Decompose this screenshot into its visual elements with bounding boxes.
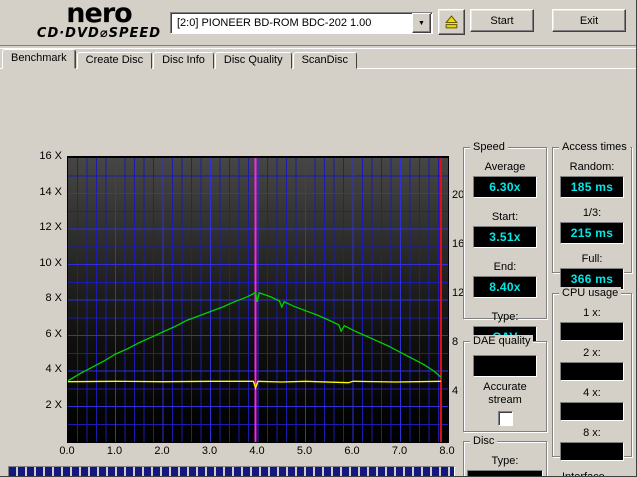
speed-field-label: Type: bbox=[492, 311, 519, 324]
read-speed-line bbox=[68, 292, 441, 381]
x-axis-tick-label: 5.0 bbox=[290, 445, 320, 457]
x-axis-tick-label: 0.0 bbox=[52, 445, 82, 457]
access-times-panel-title: Access times bbox=[559, 141, 630, 154]
progress-bar bbox=[8, 466, 455, 477]
y-left-tick-label: 4 X bbox=[28, 363, 62, 375]
disc-panel: Disc Type:DVD-R DLLength:7.96 GB bbox=[463, 441, 547, 477]
dae-quality-display bbox=[473, 355, 537, 377]
speed-value-display: 3.51x bbox=[473, 226, 537, 248]
cpu_usage-field-label: 8 x: bbox=[583, 427, 601, 440]
speed-panel-title: Speed bbox=[470, 141, 508, 154]
tab-disc-quality[interactable]: Disc Quality bbox=[215, 52, 292, 69]
cpu_usage-value-display bbox=[560, 322, 624, 341]
cpu_usage-field-label: 2 x: bbox=[583, 347, 601, 360]
y-left-tick-label: 14 X bbox=[28, 186, 62, 198]
start-button[interactable]: Start bbox=[470, 9, 534, 32]
y-left-tick-label: 6 X bbox=[28, 328, 62, 340]
tab-bar: BenchmarkCreate DiscDisc InfoDisc Qualit… bbox=[2, 49, 358, 69]
x-axis-tick-label: 6.0 bbox=[337, 445, 367, 457]
interface-panel-title: Interface bbox=[559, 471, 608, 477]
accurate-stream-label: Accurate stream bbox=[473, 381, 537, 407]
tab-disc-info[interactable]: Disc Info bbox=[153, 52, 214, 69]
tab-create-disc[interactable]: Create Disc bbox=[77, 52, 152, 69]
drive-selector[interactable]: [2:0] PIONEER BD-ROM BDC-202 1.00 ▼ bbox=[170, 12, 433, 34]
x-axis-tick-label: 8.0 bbox=[432, 445, 462, 457]
x-axis-tick-label: 2.0 bbox=[147, 445, 177, 457]
cpu_usage-field-label: 4 x: bbox=[583, 387, 601, 400]
speed-panel: Speed Average6.30xStart:3.51xEnd:8.40xTy… bbox=[463, 147, 547, 319]
accurate-stream-checkbox[interactable] bbox=[498, 411, 513, 426]
cpu_usage-value-display bbox=[560, 402, 624, 421]
progress-bar-fill bbox=[9, 467, 454, 477]
dae-quality-panel: DAE quality Accurate stream bbox=[463, 341, 547, 432]
chart-plot-area bbox=[67, 156, 449, 443]
y-left-tick-label: 12 X bbox=[28, 221, 62, 233]
speed-field-label: End: bbox=[494, 261, 517, 274]
benchmark-chart: 16 X 14 X 12 X 10 X 8 X 6 X 4 X 2 X 0.0 1.0 2.0 3.0… bbox=[8, 143, 462, 465]
cpu_usage-value-display bbox=[560, 442, 624, 461]
x-axis-tick-label: 7.0 bbox=[385, 445, 415, 457]
speed-field-label: Start: bbox=[492, 211, 518, 224]
disc-field-label: Type: bbox=[492, 455, 519, 468]
cpu-usage-panel: CPU usage 1 x:2 x:4 x:8 x: bbox=[552, 293, 632, 457]
tab-benchmark[interactable]: Benchmark bbox=[2, 49, 76, 69]
y-left-tick-label: 10 X bbox=[28, 257, 62, 269]
app-window: nero CD·DVD⌀SPEED [2:0] PIONEER BD-ROM B… bbox=[0, 0, 637, 477]
access_times-value-display: 215 ms bbox=[560, 222, 624, 244]
x-axis-tick-label: 3.0 bbox=[195, 445, 225, 457]
disc-panel-title: Disc bbox=[470, 435, 497, 448]
y-left-tick-label: 2 X bbox=[28, 399, 62, 411]
x-axis-tick-label: 4.0 bbox=[242, 445, 272, 457]
y-left-tick-label: 8 X bbox=[28, 292, 62, 304]
speed-value-display: 8.40x bbox=[473, 276, 537, 298]
access_times-field-label: Full: bbox=[582, 253, 603, 266]
access-times-panel: Access times Random:185 ms1/3:215 msFull… bbox=[552, 147, 632, 273]
disc-value-display: DVD-R DL bbox=[467, 470, 543, 477]
cpu_usage-field-label: 1 x: bbox=[583, 307, 601, 320]
cpu-usage-panel-title: CPU usage bbox=[559, 287, 621, 300]
eject-button[interactable] bbox=[438, 9, 465, 35]
access_times-field-label: 1/3: bbox=[583, 207, 601, 220]
dropdown-arrow-icon[interactable]: ▼ bbox=[412, 13, 431, 33]
cd-dvd-speed-logo-text: CD·DVD⌀SPEED bbox=[14, 27, 184, 40]
rotation-speed-line bbox=[68, 381, 441, 388]
access_times-value-display: 185 ms bbox=[560, 176, 624, 198]
access_times-field-label: Random: bbox=[570, 161, 615, 174]
nero-logo-text: nero bbox=[14, 1, 184, 27]
exit-button[interactable]: Exit bbox=[552, 9, 626, 32]
y-left-tick-label: 16 X bbox=[28, 150, 62, 162]
dae-quality-panel-title: DAE quality bbox=[470, 335, 533, 348]
speed-field-label: Average bbox=[485, 161, 526, 174]
tab-scandisc[interactable]: ScanDisc bbox=[293, 52, 357, 69]
drive-selector-value: [2:0] PIONEER BD-ROM BDC-202 1.00 bbox=[171, 17, 412, 29]
x-axis-tick-label: 1.0 bbox=[100, 445, 130, 457]
speed-value-display: 6.30x bbox=[473, 176, 537, 198]
tab-page-benchmark: 16 X 14 X 12 X 10 X 8 X 6 X 4 X 2 X 0.0 1.0 2.0 3.0… bbox=[0, 68, 637, 477]
nero-logo: nero CD·DVD⌀SPEED bbox=[14, 1, 184, 40]
cpu_usage-value-display bbox=[560, 362, 624, 381]
eject-icon bbox=[443, 14, 460, 31]
